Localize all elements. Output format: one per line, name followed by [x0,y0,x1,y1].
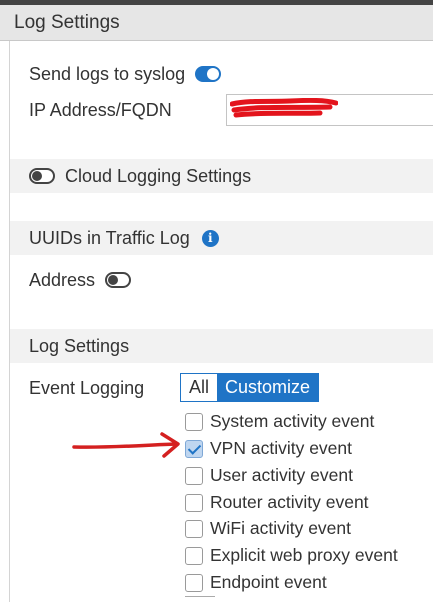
checkbox[interactable] [185,412,203,431]
event-label: System activity event [210,411,375,431]
checkbox[interactable] [185,519,203,538]
syslog-toggle[interactable] [195,66,222,82]
event-label: Endpoint event [210,572,327,592]
uuids-section: UUIDs in Traffic Log i [10,221,433,255]
address-row: Address [29,268,132,292]
log-settings-section: Log Settings [10,329,433,363]
checkbox[interactable] [185,493,203,512]
left-divider [9,41,10,602]
address-toggle[interactable] [105,272,132,288]
event-system-activity[interactable]: System activity event [185,411,374,432]
checkbox-checked[interactable] [185,439,203,458]
event-explicit-web-proxy[interactable]: Explicit web proxy event [185,545,398,566]
event-user-activity[interactable]: User activity event [185,465,353,486]
checkbox[interactable] [185,573,203,592]
ip-label: IP Address/FQDN [29,99,172,120]
event-logging-toggle-group: All Customize [180,373,320,402]
log-settings-title: Log Settings [29,335,130,356]
next-row-cutoff [185,596,215,602]
cloud-logging-toggle[interactable] [29,168,55,184]
checkbox[interactable] [185,466,203,485]
checkbox[interactable] [185,546,203,565]
ip-row: IP Address/FQDN [29,97,172,123]
info-icon[interactable]: i [201,229,219,247]
address-label: Address [29,269,96,290]
event-vpn-activity[interactable]: VPN activity event [185,438,352,459]
event-label: User activity event [210,465,353,485]
panel-title: Log Settings [14,11,120,33]
syslog-row: Send logs to syslog [29,62,222,86]
option-all[interactable]: All [181,374,218,401]
red-arrow-icon [72,432,180,458]
event-label: Router activity event [210,492,369,512]
event-wifi-activity[interactable]: WiFi activity event [185,518,351,539]
cloud-logging-section: Cloud Logging Settings [10,159,433,193]
event-logging-row: Event Logging [29,376,144,400]
panel-header: Log Settings [0,5,433,41]
option-customize[interactable]: Customize [217,374,319,401]
syslog-label: Send logs to syslog [29,63,186,84]
cloud-logging-label: Cloud Logging Settings [65,165,252,186]
uuids-title: UUIDs in Traffic Log [29,227,190,248]
redaction-scribble [230,98,338,118]
event-endpoint[interactable]: Endpoint event [185,572,327,593]
event-logging-label: Event Logging [29,377,145,398]
event-label: Explicit web proxy event [210,545,398,565]
event-label: VPN activity event [210,438,352,458]
event-label: WiFi activity event [210,518,351,538]
event-router-activity[interactable]: Router activity event [185,492,369,513]
